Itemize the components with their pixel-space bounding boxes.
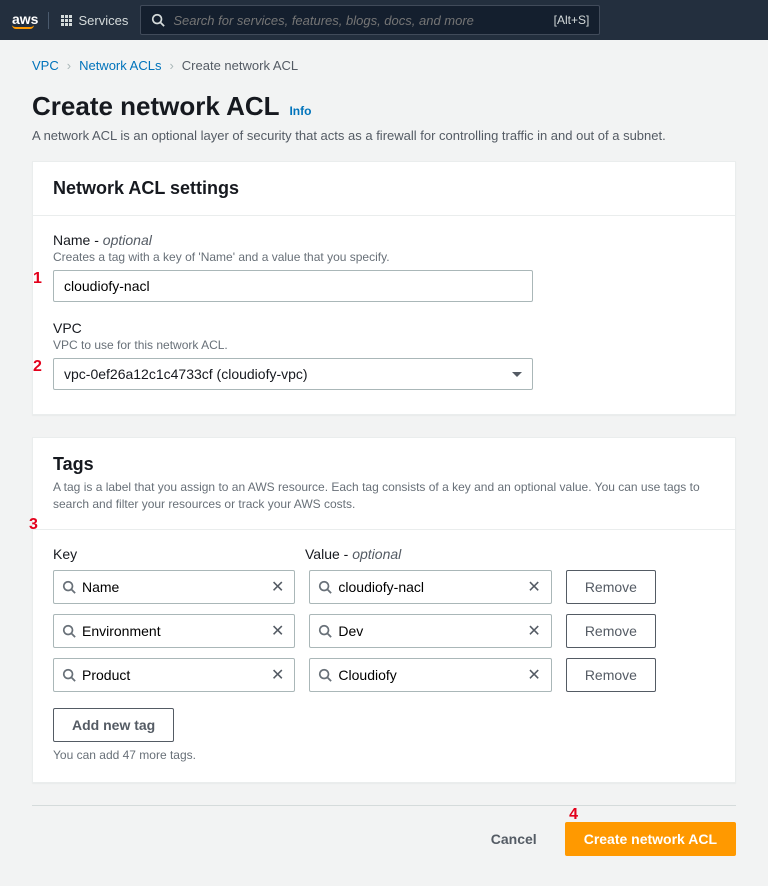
search-icon xyxy=(318,668,332,682)
remove-tag-button[interactable]: Remove xyxy=(566,614,656,648)
search-icon xyxy=(62,668,76,682)
annotation-marker-2: 2 xyxy=(33,358,42,376)
tag-row: ✕ ✕ Remove xyxy=(53,570,715,604)
clear-icon[interactable]: ✕ xyxy=(525,621,542,641)
name-label: Name - xyxy=(53,232,103,248)
create-button[interactable]: Create network ACL xyxy=(565,822,736,856)
footer-actions: 4 Cancel Create network ACL xyxy=(32,816,736,862)
annotation-marker-3: 3 xyxy=(29,516,38,534)
clear-icon[interactable]: ✕ xyxy=(269,665,286,685)
tag-key-input[interactable] xyxy=(76,623,269,639)
tag-value-wrap[interactable]: ✕ xyxy=(309,570,551,604)
global-search[interactable]: [Alt+S] xyxy=(140,5,600,35)
add-tag-button[interactable]: Add new tag xyxy=(53,708,174,742)
annotation-marker-4: 4 xyxy=(569,806,578,824)
clear-icon[interactable]: ✕ xyxy=(525,665,542,685)
tag-value-input[interactable] xyxy=(332,623,525,639)
chevron-right-icon: › xyxy=(67,58,71,73)
grid-icon xyxy=(61,15,72,26)
search-icon xyxy=(62,580,76,594)
tag-limit-text: You can add 47 more tags. xyxy=(53,748,715,762)
vpc-select[interactable]: vpc-0ef26a12c1c4733cf (cloudiofy-vpc) xyxy=(53,358,533,390)
tag-key-input[interactable] xyxy=(76,667,269,683)
breadcrumb: VPC › Network ACLs › Create network ACL xyxy=(0,40,768,81)
page-title: Create network ACL xyxy=(32,91,280,122)
clear-icon[interactable]: ✕ xyxy=(269,577,286,597)
aws-logo: aws xyxy=(12,12,49,29)
search-icon xyxy=(318,624,332,638)
tag-row: ✕ ✕ Remove xyxy=(53,658,715,692)
search-icon xyxy=(62,624,76,638)
key-column-header: Key xyxy=(53,546,291,562)
tag-key-wrap[interactable]: ✕ xyxy=(53,614,295,648)
name-field: 1 Name - optional Creates a tag with a k… xyxy=(53,232,715,302)
tag-key-input[interactable] xyxy=(76,579,269,595)
search-input[interactable] xyxy=(173,13,545,28)
vpc-field: 2 VPC VPC to use for this network ACL. v… xyxy=(53,320,715,390)
tags-panel-title: Tags xyxy=(53,454,715,475)
breadcrumb-vpc[interactable]: VPC xyxy=(32,58,59,73)
top-nav: aws Services [Alt+S] xyxy=(0,0,768,40)
page-description: A network ACL is an optional layer of se… xyxy=(32,128,736,143)
tags-header-row: Key Value - optional xyxy=(53,546,715,562)
remove-tag-button[interactable]: Remove xyxy=(566,658,656,692)
vpc-selected-value: vpc-0ef26a12c1c4733cf (cloudiofy-vpc) xyxy=(64,366,308,382)
tag-key-wrap[interactable]: ✕ xyxy=(53,658,295,692)
optional-label: optional xyxy=(103,232,152,248)
search-icon xyxy=(318,580,332,594)
vpc-label: VPC xyxy=(53,320,715,336)
search-shortcut: [Alt+S] xyxy=(554,13,590,27)
vpc-desc: VPC to use for this network ACL. xyxy=(53,338,715,352)
chevron-right-icon: › xyxy=(169,58,173,73)
tags-panel: 3 Tags A tag is a label that you assign … xyxy=(32,437,736,783)
value-column-header: Value - xyxy=(305,546,352,562)
breadcrumb-current: Create network ACL xyxy=(182,58,298,73)
services-label: Services xyxy=(78,13,128,28)
optional-label: optional xyxy=(352,546,401,562)
tag-value-wrap[interactable]: ✕ xyxy=(309,614,551,648)
name-desc: Creates a tag with a key of 'Name' and a… xyxy=(53,250,715,264)
breadcrumb-nacls[interactable]: Network ACLs xyxy=(79,58,161,73)
remove-tag-button[interactable]: Remove xyxy=(566,570,656,604)
caret-down-icon xyxy=(512,372,522,377)
tag-value-input[interactable] xyxy=(332,579,525,595)
tag-row: ✕ ✕ Remove xyxy=(53,614,715,648)
tag-value-wrap[interactable]: ✕ xyxy=(309,658,551,692)
name-input[interactable] xyxy=(53,270,533,302)
settings-panel-title: Network ACL settings xyxy=(53,178,715,199)
search-icon xyxy=(151,13,165,27)
cancel-button[interactable]: Cancel xyxy=(473,822,555,856)
tags-panel-desc: A tag is a label that you assign to an A… xyxy=(53,479,715,513)
services-menu[interactable]: Services xyxy=(61,13,128,28)
tag-key-wrap[interactable]: ✕ xyxy=(53,570,295,604)
tag-value-input[interactable] xyxy=(332,667,525,683)
clear-icon[interactable]: ✕ xyxy=(525,577,542,597)
clear-icon[interactable]: ✕ xyxy=(269,621,286,641)
info-link[interactable]: Info xyxy=(289,104,311,118)
annotation-marker-1: 1 xyxy=(33,270,42,288)
settings-panel: Network ACL settings 1 Name - optional C… xyxy=(32,161,736,415)
